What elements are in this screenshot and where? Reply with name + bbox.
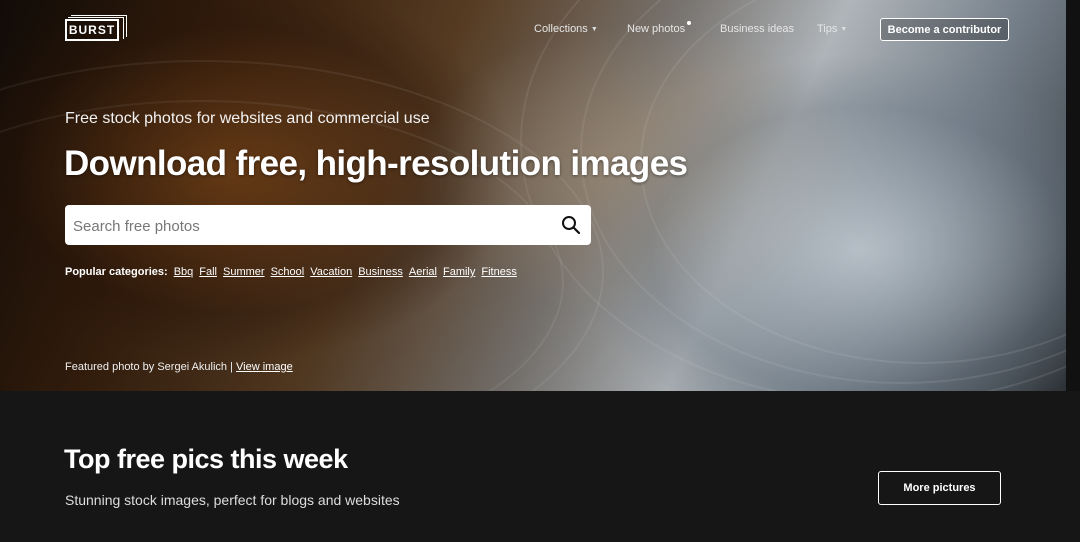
- hero-headline: Download free, high-resolution images: [64, 144, 688, 183]
- chevron-down-icon: ▼: [840, 25, 848, 33]
- category-link-business[interactable]: Business: [358, 266, 403, 278]
- nav-collections-label: Collections: [534, 23, 588, 35]
- nav-new-photos-label: New photos: [627, 21, 692, 35]
- popular-categories-label: Popular categories:: [65, 266, 168, 278]
- section-title: Top free pics this week: [64, 444, 348, 474]
- nav-business-ideas-label: Business ideas: [720, 23, 794, 35]
- search-input[interactable]: [65, 205, 555, 247]
- section-subtitle: Stunning stock images, perfect for blogs…: [65, 492, 400, 508]
- category-link-fitness[interactable]: Fitness: [481, 266, 516, 278]
- photo-credit: Featured photo by Sergei Akulich | View …: [65, 361, 293, 373]
- hero-tagline: Free stock photos for websites and comme…: [65, 110, 430, 127]
- nav-collections[interactable]: Collections ▼: [534, 23, 598, 35]
- category-link-bbq[interactable]: Bbq: [174, 266, 194, 278]
- nav-tips-label: Tips: [817, 23, 838, 35]
- nav-business-ideas[interactable]: Business ideas: [720, 23, 794, 35]
- search-icon[interactable]: [561, 215, 581, 235]
- become-contributor-button[interactable]: Become a contributor: [880, 18, 1009, 41]
- scrollbar-gutter: [1066, 0, 1080, 391]
- popular-categories: Popular categories: Bbq Fall Summer Scho…: [65, 266, 523, 278]
- burst-logo[interactable]: BURST: [65, 15, 127, 45]
- logo-text: BURST: [65, 19, 119, 41]
- category-link-school[interactable]: School: [271, 266, 305, 278]
- hero-banner: [0, 0, 1066, 391]
- nav-tips[interactable]: Tips ▼: [817, 23, 847, 35]
- more-pictures-button[interactable]: More pictures: [878, 471, 1001, 505]
- category-link-summer[interactable]: Summer: [223, 266, 265, 278]
- photo-credit-text: Featured photo by Sergei Akulich |: [65, 361, 233, 373]
- search-bar: [65, 205, 591, 247]
- chevron-down-icon: ▼: [590, 25, 598, 33]
- nav-new-photos-text: New photos: [627, 23, 686, 35]
- view-image-link[interactable]: View image: [236, 361, 293, 373]
- hero-overlay: [0, 0, 1066, 391]
- category-link-fall[interactable]: Fall: [199, 266, 217, 278]
- nav-new-photos[interactable]: New photos: [627, 21, 692, 35]
- category-link-family[interactable]: Family: [443, 266, 475, 278]
- category-link-vacation[interactable]: Vacation: [310, 266, 352, 278]
- category-link-aerial[interactable]: Aerial: [409, 266, 437, 278]
